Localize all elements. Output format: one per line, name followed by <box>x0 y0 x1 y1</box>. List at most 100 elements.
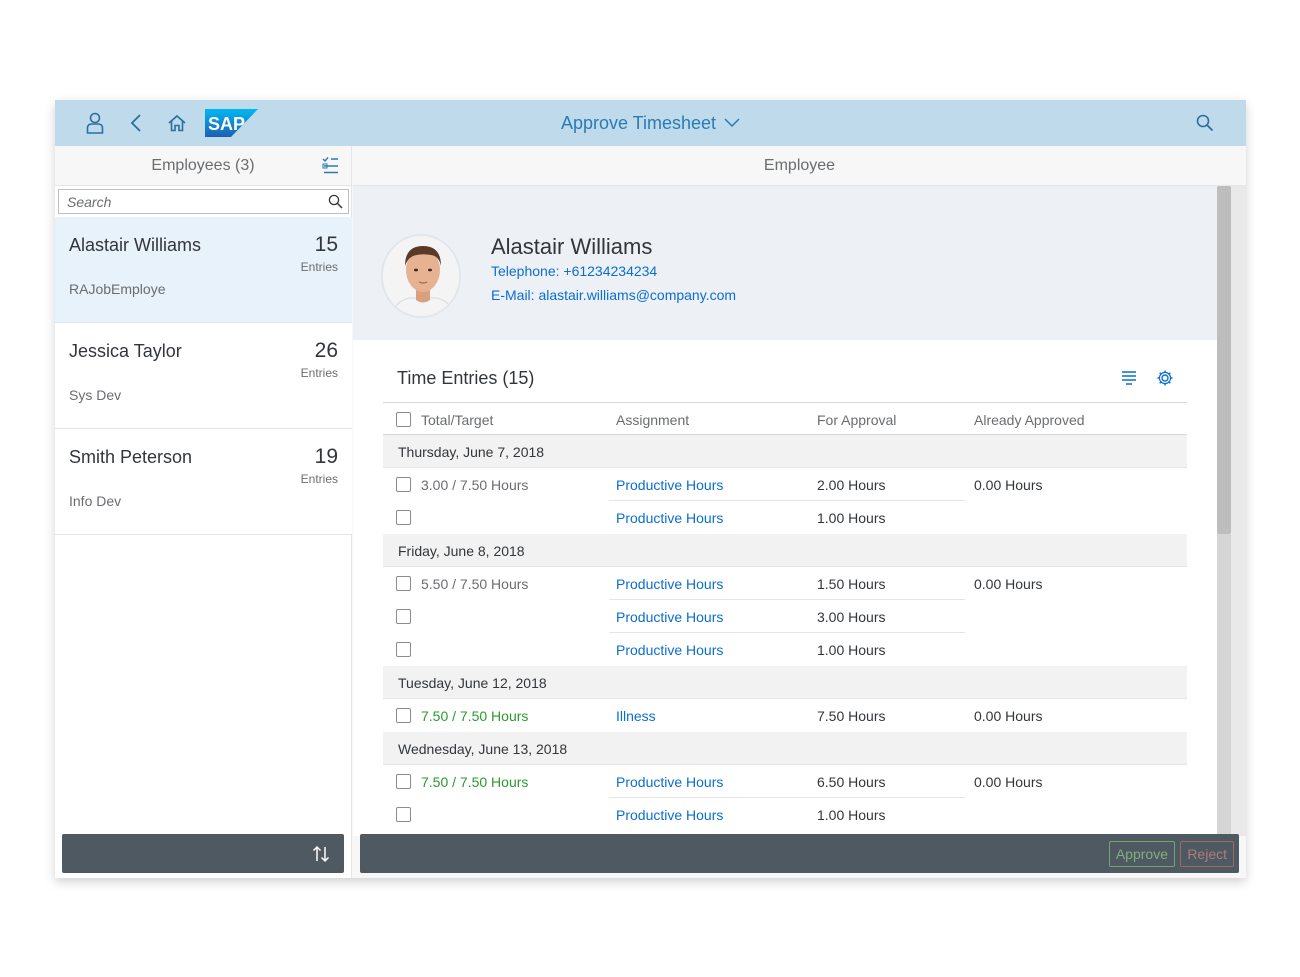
for-approval: 6.50 Hours <box>817 773 886 790</box>
for-approval: 1.00 Hours <box>817 806 886 823</box>
detail-header: Employee <box>353 146 1246 186</box>
time-entries-table: Total/Target Assignment For Approval Alr… <box>383 402 1187 831</box>
employee-role: RAJobEmploye <box>69 281 166 297</box>
master-footer-toolbar <box>62 834 344 873</box>
row-checkbox[interactable] <box>396 708 411 723</box>
sap-logo-text: SAP <box>208 114 245 134</box>
chevron-down-icon <box>724 118 740 128</box>
assignment-link[interactable]: Productive Hours <box>616 501 723 534</box>
shell-bar: SAP Approve Timesheet <box>55 100 1246 146</box>
search-field <box>58 189 349 214</box>
employee-name: Smith Peterson <box>69 447 193 467</box>
list-item[interactable]: Jessica Taylor 26 Entries Sys Dev <box>55 323 352 429</box>
date-group-row: Wednesday, June 13, 2018 <box>383 732 1187 765</box>
approve-button[interactable]: Approve <box>1108 841 1175 867</box>
row-checkbox[interactable] <box>396 774 411 789</box>
for-approval: 1.50 Hours <box>817 575 886 592</box>
row-checkbox[interactable] <box>396 576 411 591</box>
assignment-link[interactable]: Productive Hours <box>616 633 723 666</box>
employee-name: Alastair Williams <box>69 235 202 255</box>
assignment-link[interactable]: Productive Hours <box>616 468 723 501</box>
for-approval: 3.00 Hours <box>817 608 886 625</box>
row-checkbox[interactable] <box>396 642 411 657</box>
search-input[interactable] <box>59 190 322 213</box>
entry-count: 19 <box>314 445 338 468</box>
filter-list-icon[interactable] <box>321 156 341 176</box>
row-checkbox[interactable] <box>396 510 411 525</box>
row-checkbox[interactable] <box>396 477 411 492</box>
assignment-link[interactable]: Illness <box>616 699 656 732</box>
list-item[interactable]: Alastair Williams 15 Entries RAJobEmploy… <box>55 217 352 323</box>
search-icon[interactable] <box>322 190 348 213</box>
column-header[interactable]: For Approval <box>817 403 896 436</box>
entry-unit: Entries <box>300 260 338 274</box>
table-row[interactable]: 5.50 / 7.50 Hours Productive Hours 1.50 … <box>383 567 1187 600</box>
select-all-checkbox[interactable] <box>396 412 411 427</box>
row-checkbox[interactable] <box>396 807 411 822</box>
app-title: Approve Timesheet <box>560 112 717 133</box>
reject-button[interactable]: Reject <box>1180 841 1234 867</box>
assignment-link[interactable]: Productive Hours <box>616 798 723 831</box>
row-checkbox[interactable] <box>396 609 411 624</box>
search-icon[interactable] <box>1192 110 1218 136</box>
assignment-link[interactable]: Productive Hours <box>616 567 723 600</box>
table-row[interactable]: 7.50 / 7.50 Hours Productive Hours 6.50 … <box>383 765 1187 798</box>
table-row[interactable]: Productive Hours 3.00 Hours <box>383 600 1187 633</box>
for-approval: 2.00 Hours <box>817 476 886 493</box>
already-approved: 0.00 Hours <box>974 773 1043 790</box>
detail-title: Employee <box>763 156 836 174</box>
sort-icon[interactable] <box>310 843 332 865</box>
scrollbar-track <box>1217 534 1231 836</box>
column-header[interactable]: Total/Target <box>421 403 493 436</box>
column-header[interactable]: Already Approved <box>974 403 1085 436</box>
total-target: 5.50 / 7.50 Hours <box>421 575 529 592</box>
assignment-link[interactable]: Productive Hours <box>616 765 723 798</box>
detail-footer-toolbar: Approve Reject <box>360 834 1239 873</box>
scrollbar-thumb[interactable] <box>1217 186 1231 534</box>
gear-icon[interactable] <box>1155 368 1175 388</box>
entry-count: 15 <box>314 233 338 256</box>
back-icon[interactable] <box>123 110 149 136</box>
employee-role: Info Dev <box>69 493 122 509</box>
table-header-row: Total/Target Assignment For Approval Alr… <box>383 402 1187 435</box>
for-approval: 7.50 Hours <box>817 707 886 724</box>
email-link[interactable]: E-Mail: alastair.williams@company.com <box>491 287 736 303</box>
assignment-link[interactable]: Productive Hours <box>616 600 723 633</box>
employee-title: Alastair Williams <box>491 234 653 259</box>
table-row[interactable]: 7.50 / 7.50 Hours Illness 7.50 Hours 0.0… <box>383 699 1187 732</box>
avatar <box>381 234 461 318</box>
home-icon[interactable] <box>164 110 190 136</box>
telephone-link[interactable]: Telephone: +61234234234 <box>491 263 657 279</box>
total-target: 7.50 / 7.50 Hours <box>421 773 529 790</box>
scrollbar[interactable] <box>1217 186 1246 836</box>
already-approved: 0.00 Hours <box>974 476 1043 493</box>
app-window: SAP Approve Timesheet Employees (3) Sear… <box>55 100 1246 878</box>
table-row[interactable]: Productive Hours 1.00 Hours <box>383 798 1187 831</box>
already-approved: 0.00 Hours <box>974 707 1043 724</box>
time-entries-section: Time Entries (15) Total/Target Assignmen… <box>353 340 1217 836</box>
total-target: 3.00 / 7.50 Hours <box>421 476 529 493</box>
table-row[interactable]: Productive Hours 1.00 Hours <box>383 633 1187 666</box>
master-header: Employees (3) <box>55 146 351 186</box>
table-row[interactable]: Productive Hours 1.00 Hours <box>383 501 1187 534</box>
total-target: 7.50 / 7.50 Hours <box>421 707 529 724</box>
group-date: Thursday, June 7, 2018 <box>398 443 545 460</box>
table-toolbar <box>1119 368 1175 388</box>
table-row[interactable]: 3.00 / 7.50 Hours Productive Hours 2.00 … <box>383 468 1187 501</box>
date-group-row: Thursday, June 7, 2018 <box>383 435 1187 468</box>
sap-logo[interactable]: SAP <box>205 109 258 137</box>
object-header: Alastair Williams Telephone: +6123423423… <box>353 186 1217 340</box>
date-group-row: Tuesday, June 12, 2018 <box>383 666 1187 699</box>
group-date: Friday, June 8, 2018 <box>398 542 525 559</box>
group-date: Wednesday, June 13, 2018 <box>398 740 568 757</box>
detail-pane: Employee Alastair Williams Telephone: +6… <box>353 146 1246 878</box>
group-date: Tuesday, June 12, 2018 <box>398 674 547 691</box>
app-title-menu[interactable]: Approve Timesheet <box>561 113 740 134</box>
entry-unit: Entries <box>300 366 338 380</box>
master-pane: Employees (3) Alastair Williams 15 Entri… <box>55 146 352 878</box>
list-item[interactable]: Smith Peterson 19 Entries Info Dev <box>55 429 352 535</box>
sort-lines-icon[interactable] <box>1119 368 1139 388</box>
employee-name: Jessica Taylor <box>69 341 182 361</box>
column-header[interactable]: Assignment <box>616 403 689 436</box>
user-icon[interactable] <box>82 110 108 136</box>
